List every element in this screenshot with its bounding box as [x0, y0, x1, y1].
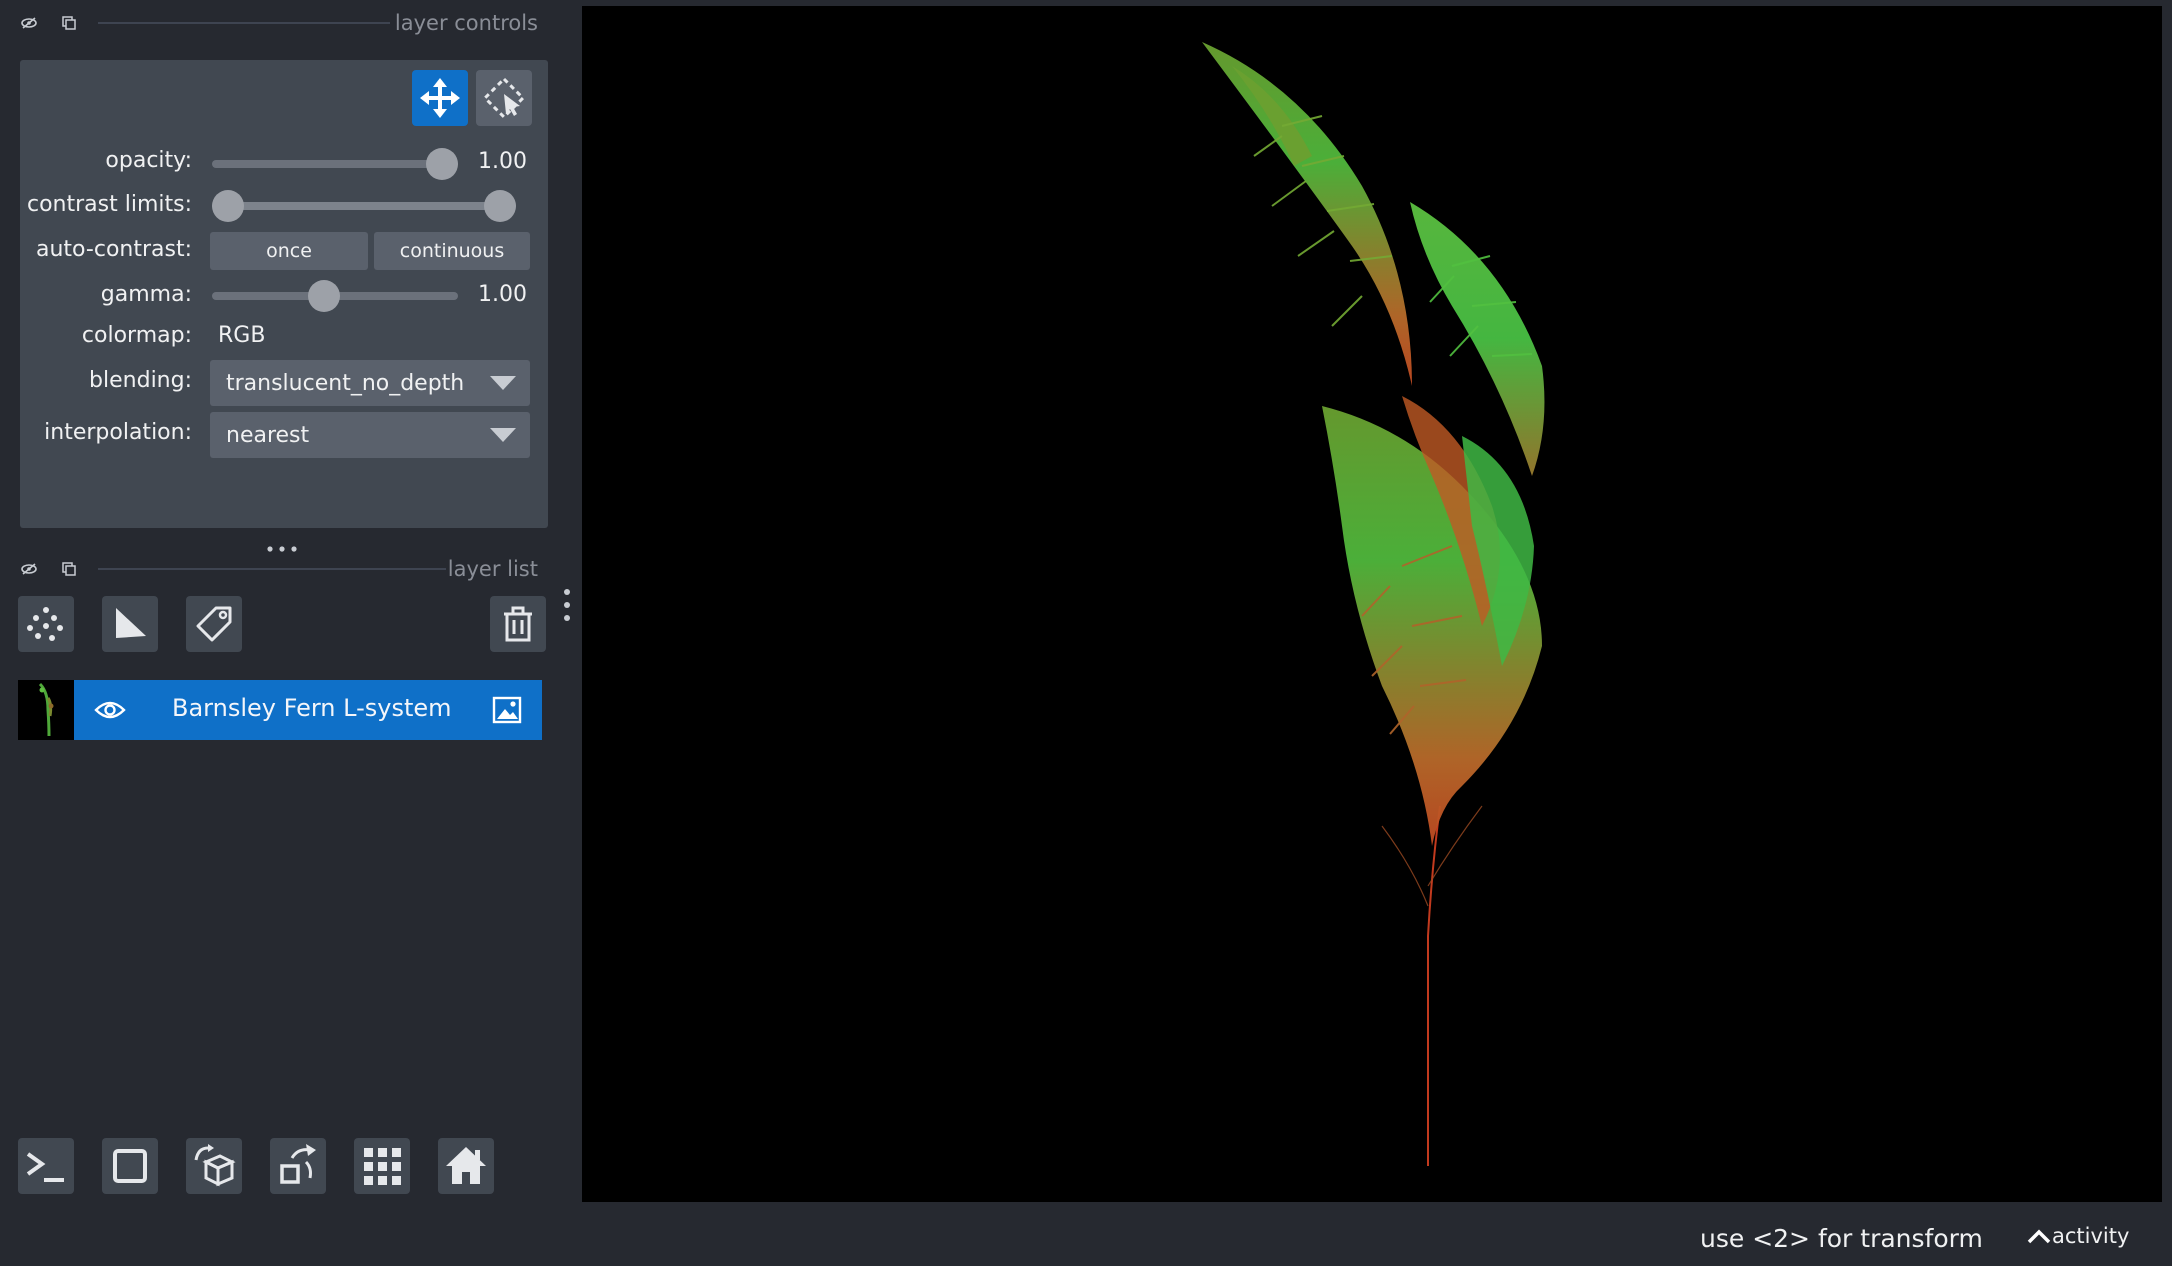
layer-thumbnail	[18, 680, 74, 740]
console-icon	[26, 1152, 64, 1182]
titlebar-divider	[98, 22, 390, 24]
contrast-limits-label: contrast limits:	[27, 192, 192, 217]
layer-list-title: layer list	[447, 557, 538, 581]
chevron-down-icon	[490, 376, 516, 390]
ndisplay-button[interactable]	[102, 1138, 158, 1194]
transpose-button[interactable]	[270, 1138, 326, 1194]
gamma-value: 1.00	[478, 282, 527, 307]
barnsley-fern-image	[1202, 42, 1545, 1166]
new-shapes-icon	[116, 608, 146, 638]
opacity-slider[interactable]	[212, 160, 458, 168]
colormap-value: RGB	[218, 323, 266, 348]
transform-mode-button[interactable]	[476, 70, 532, 126]
grid-view-button[interactable]	[354, 1138, 410, 1194]
roll-dims-icon	[194, 1144, 236, 1187]
gamma-slider-handle[interactable]	[308, 280, 341, 312]
opacity-label: opacity:	[105, 148, 192, 173]
home-button[interactable]	[438, 1138, 494, 1194]
panel-resize-handle[interactable]	[563, 588, 571, 622]
chevron-down-icon	[490, 428, 516, 442]
delete-layer-button[interactable]	[490, 596, 546, 652]
transpose-icon	[280, 1144, 316, 1184]
auto-contrast-continuous-button[interactable]: continuous	[374, 232, 530, 270]
new-labels-icon	[196, 606, 232, 642]
titlebar-divider	[98, 568, 446, 570]
layer-controls-titlebar: layer controls	[18, 8, 538, 38]
status-message: use <2> for transform	[1700, 1224, 1983, 1253]
move-icon	[420, 78, 460, 118]
transform-select-icon	[482, 76, 526, 120]
colormap-label: colormap:	[81, 323, 192, 348]
roll-dims-button[interactable]	[186, 1138, 242, 1194]
home-icon	[446, 1147, 486, 1184]
dock-splitter-handle[interactable]	[266, 538, 298, 552]
interpolation-select[interactable]: nearest	[210, 412, 530, 458]
contrast-low-handle[interactable]	[212, 190, 244, 222]
activity-label: activity	[2052, 1224, 2130, 1248]
blending-label: blending:	[89, 368, 192, 393]
image-layer-icon	[492, 696, 522, 728]
grid-icon	[364, 1148, 401, 1185]
blending-select[interactable]: translucent_no_depth	[210, 360, 530, 406]
new-points-icon	[27, 607, 63, 641]
layer-list-titlebar: layer list	[18, 554, 538, 584]
delete-layer-icon	[504, 606, 532, 642]
new-labels-layer-button[interactable]	[186, 596, 242, 652]
opacity-value: 1.00	[478, 149, 527, 174]
auto-contrast-once-button[interactable]: once	[210, 232, 368, 270]
contrast-high-handle[interactable]	[484, 190, 516, 222]
eye-icon[interactable]	[94, 698, 126, 726]
layer-list-item-body[interactable]: Barnsley Fern L-system	[74, 680, 542, 740]
contrast-limits-slider[interactable]	[212, 202, 516, 210]
opacity-slider-handle[interactable]	[426, 148, 458, 180]
float-window-icon[interactable]	[58, 558, 80, 580]
eye-slash-icon[interactable]	[18, 558, 40, 580]
new-points-layer-button[interactable]	[18, 596, 74, 652]
gamma-label: gamma:	[100, 282, 192, 307]
console-button[interactable]	[18, 1138, 74, 1194]
new-shapes-layer-button[interactable]	[102, 596, 158, 652]
chevron-up-icon	[2027, 1229, 2051, 1244]
ndisplay-icon	[113, 1149, 147, 1183]
activity-button[interactable]: activity	[2026, 1224, 2129, 1248]
interpolation-label: interpolation:	[44, 420, 192, 445]
eye-slash-icon[interactable]	[18, 12, 40, 34]
layer-controls-title: layer controls	[394, 11, 538, 35]
move-mode-button[interactable]	[412, 70, 468, 126]
viewer-canvas[interactable]	[582, 6, 2162, 1202]
layer-name[interactable]: Barnsley Fern L-system	[172, 694, 452, 722]
blending-value: translucent_no_depth	[226, 370, 465, 396]
layer-list-item[interactable]: Barnsley Fern L-system	[18, 680, 542, 740]
interpolation-value: nearest	[226, 422, 310, 448]
auto-contrast-label: auto-contrast:	[35, 237, 192, 262]
layer-controls-panel: opacity: 1.00 contrast limits: auto-cont…	[20, 60, 548, 528]
float-window-icon[interactable]	[58, 12, 80, 34]
